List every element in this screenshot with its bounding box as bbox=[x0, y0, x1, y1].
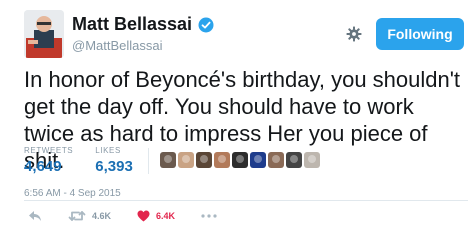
retweets-label: RETWEETS bbox=[24, 146, 74, 155]
liker-avatar[interactable] bbox=[178, 152, 194, 168]
display-name-row[interactable]: Matt Bellassai bbox=[72, 14, 214, 35]
following-button[interactable]: Following bbox=[376, 18, 464, 50]
liker-avatar[interactable] bbox=[304, 152, 320, 168]
tweet-actions: 4.6K 6.4K bbox=[28, 210, 243, 222]
retweets-value: 4,649 bbox=[24, 158, 62, 175]
stats-divider bbox=[148, 148, 149, 174]
avatar[interactable] bbox=[24, 10, 64, 58]
liker-avatar[interactable] bbox=[160, 152, 176, 168]
likes-label: LIKES bbox=[95, 146, 121, 155]
liker-avatar[interactable] bbox=[250, 152, 266, 168]
retweet-button[interactable]: 4.6K bbox=[68, 210, 111, 222]
reply-icon bbox=[29, 211, 41, 221]
reply-button[interactable] bbox=[28, 210, 42, 222]
retweets-stat[interactable]: RETWEETS 4,649 bbox=[24, 146, 73, 175]
verified-badge-icon bbox=[198, 17, 214, 32]
liker-avatar[interactable] bbox=[268, 152, 284, 168]
liker-avatar[interactable] bbox=[286, 152, 302, 168]
likes-stat[interactable]: LIKES 6,393 bbox=[95, 146, 133, 175]
gear-icon[interactable] bbox=[346, 26, 362, 42]
heart-icon bbox=[137, 210, 150, 222]
actions-divider bbox=[24, 200, 468, 201]
retweet-count: 4.6K bbox=[92, 211, 112, 221]
user-handle[interactable]: @MattBellassai bbox=[72, 38, 163, 53]
liker-avatar[interactable] bbox=[232, 152, 248, 168]
likes-value: 6,393 bbox=[95, 158, 133, 175]
liker-avatars bbox=[160, 152, 320, 168]
liker-avatar[interactable] bbox=[196, 152, 212, 168]
like-count: 6.4K bbox=[156, 211, 176, 221]
more-dots-icon bbox=[201, 214, 217, 218]
like-button[interactable]: 6.4K bbox=[137, 210, 175, 222]
avatar-image bbox=[24, 10, 64, 58]
tweet-stats: RETWEETS 4,649 LIKES 6,393 bbox=[24, 146, 133, 175]
tweet-timestamp[interactable]: 6:56 AM - 4 Sep 2015 bbox=[24, 188, 121, 199]
display-name[interactable]: Matt Bellassai bbox=[72, 14, 192, 35]
retweet-icon bbox=[68, 211, 86, 221]
liker-avatar[interactable] bbox=[214, 152, 230, 168]
more-options-button[interactable] bbox=[201, 214, 217, 218]
